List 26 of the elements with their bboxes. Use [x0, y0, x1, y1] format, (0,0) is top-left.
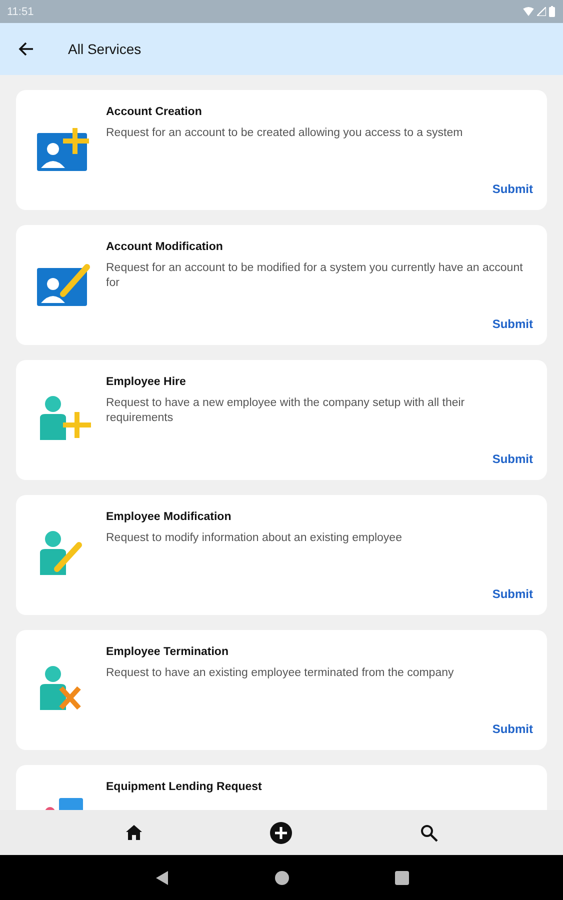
home-circle-icon[interactable] [274, 870, 288, 884]
service-description: Request to have a new employee with the company setup with all their requirements [106, 396, 466, 426]
service-title: Account Modification [106, 241, 224, 253]
service-title: Equipment Lending Request [106, 781, 263, 793]
wifi-icon [523, 7, 534, 16]
clock-time: 11:51 [7, 6, 34, 18]
service-title: Account Creation [106, 106, 203, 118]
service-title: Employee Termination [106, 646, 230, 658]
battery-icon [549, 6, 555, 17]
service-description: Request for an account to be created allowing you access to a system [106, 126, 464, 141]
service-description: Request for an account to be modified for a system you currently have an account for [106, 261, 524, 291]
recents-square-icon[interactable] [394, 870, 408, 884]
submit-link[interactable]: Submit [492, 722, 533, 736]
back-triangle-icon[interactable] [154, 870, 168, 884]
service-description: Request to modify information about an existing employee [106, 531, 403, 546]
add-icon[interactable] [270, 822, 292, 844]
submit-link[interactable]: Submit [492, 587, 533, 601]
service-description: Request to have an existing employee terminated from the company [106, 666, 455, 681]
page-title: All Services [68, 41, 142, 57]
submit-link[interactable]: Submit [492, 317, 533, 331]
submit-link[interactable]: Submit [492, 182, 533, 196]
service-title: Employee Modification [106, 511, 232, 523]
back-arrow-icon[interactable] [18, 41, 34, 57]
signal-icon [537, 7, 546, 16]
service-title: Employee Hire [106, 376, 187, 388]
submit-link[interactable]: Submit [492, 452, 533, 466]
